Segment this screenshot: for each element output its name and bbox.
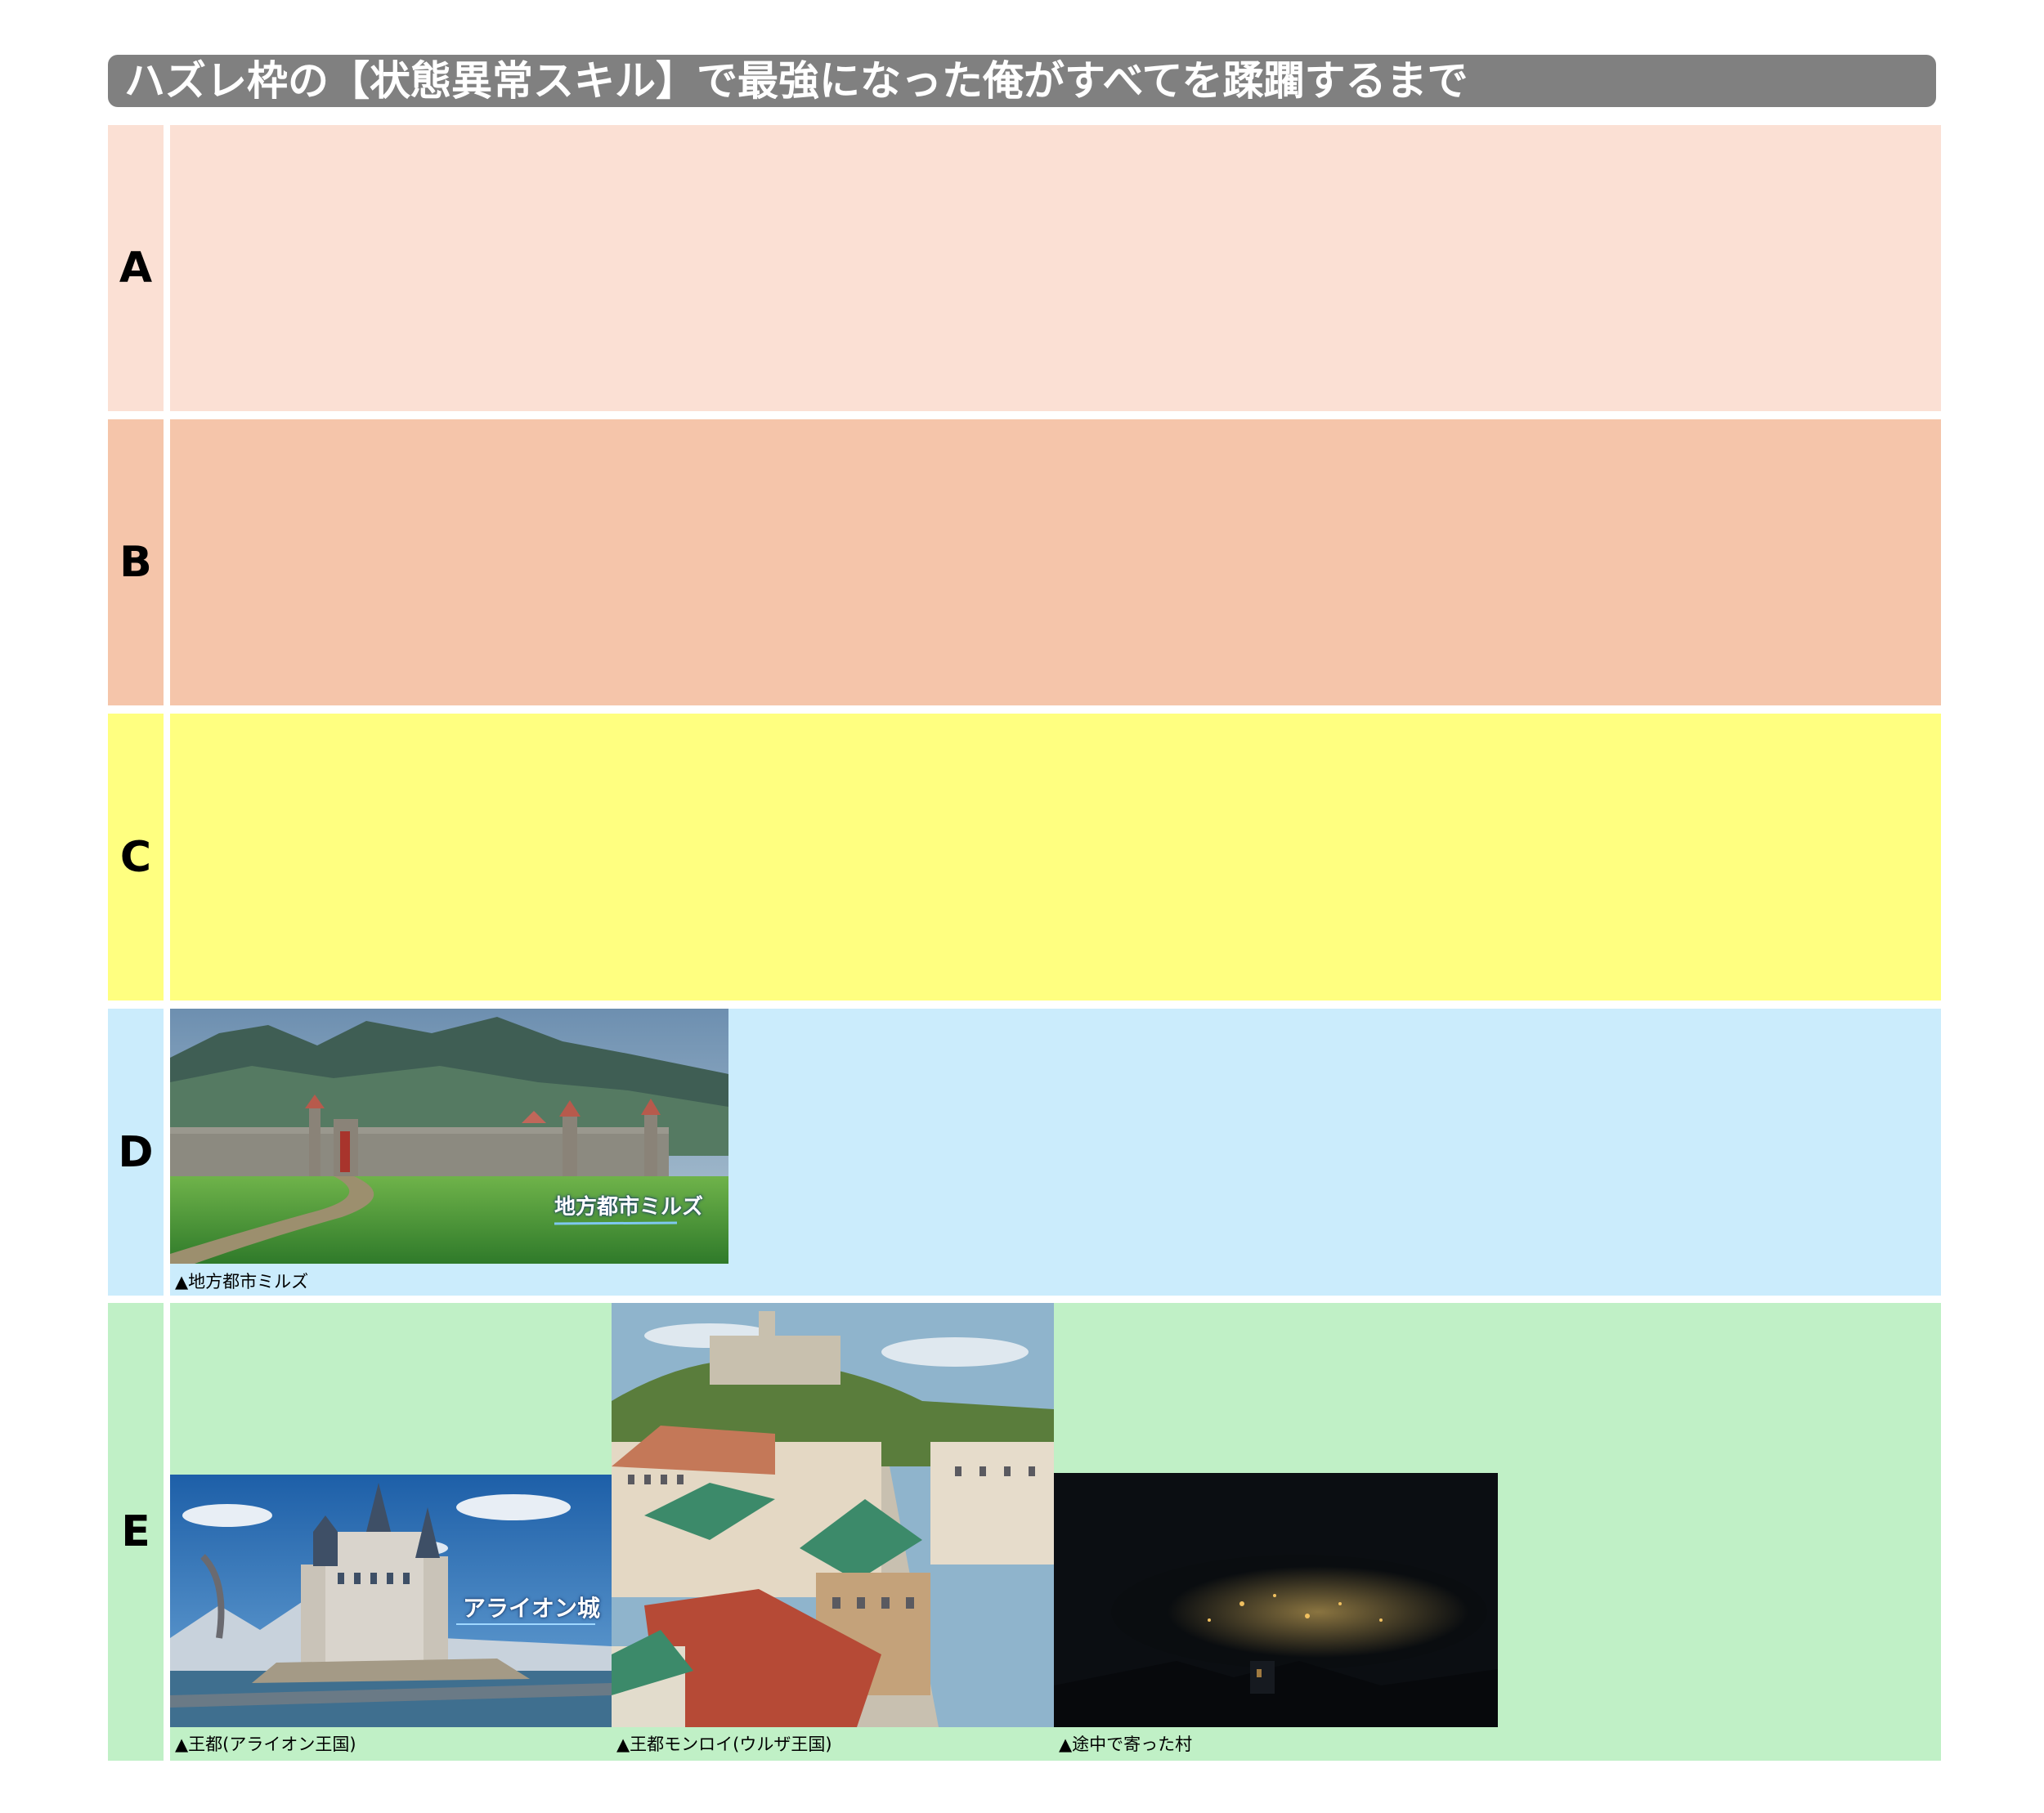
tier-item-caption: ▲地方都市ミルズ [175, 1272, 309, 1291]
walled-town-landscape-image [170, 1009, 728, 1264]
tier-body-e: アライオン城 ▲王都(アライオン王国) ▲王都モンロイ(ウルザ王国) ▲途中で寄… [170, 1303, 1941, 1761]
tier-label-a: A [108, 125, 164, 411]
tier-row-e: E アライオン城 ▲王都(アライオン王国) ▲王都モンロイ(ウルザ王国) ▲途中… [108, 1303, 1941, 1761]
tier-row-c: C [108, 714, 1941, 1001]
night-village-image [1054, 1473, 1498, 1727]
tier-item-caption: ▲途中で寄った村 [1059, 1735, 1193, 1754]
tier-row-a: A [108, 125, 1941, 411]
tier-body-b [170, 419, 1941, 705]
tier-item-image-walled-town[interactable]: 地方都市ミルズ [170, 1009, 728, 1264]
tier-item-overlay-text: 地方都市ミルズ [554, 1195, 704, 1220]
tier-item-caption: ▲王都(アライオン王国) [175, 1735, 356, 1754]
tier-label-e: E [108, 1303, 164, 1761]
tier-body-d: 地方都市ミルズ ▲地方都市ミルズ [170, 1009, 1941, 1296]
tier-item-image-castle[interactable]: アライオン城 [170, 1475, 612, 1727]
page-title: ハズレ枠の【状態異常スキル】で最強になった俺がすべてを蹂躙するまで [108, 55, 1936, 107]
tier-row-d: D 地方都市ミルズ ▲地方都市ミルズ [108, 1009, 1941, 1296]
tier-row-b: B [108, 419, 1941, 705]
city-street-view-image [612, 1303, 1054, 1727]
tier-body-a [170, 125, 1941, 411]
tier-label-d: D [108, 1009, 164, 1296]
tier-label-b: B [108, 419, 164, 705]
tier-body-c [170, 714, 1941, 1001]
tier-item-overlay-text: アライオン城 [463, 1595, 601, 1622]
tier-label-c: C [108, 714, 164, 1001]
tier-item-image-night-village[interactable] [1054, 1473, 1498, 1727]
tier-item-caption: ▲王都モンロイ(ウルザ王国) [616, 1735, 832, 1754]
tier-item-image-city-street[interactable] [612, 1303, 1054, 1727]
